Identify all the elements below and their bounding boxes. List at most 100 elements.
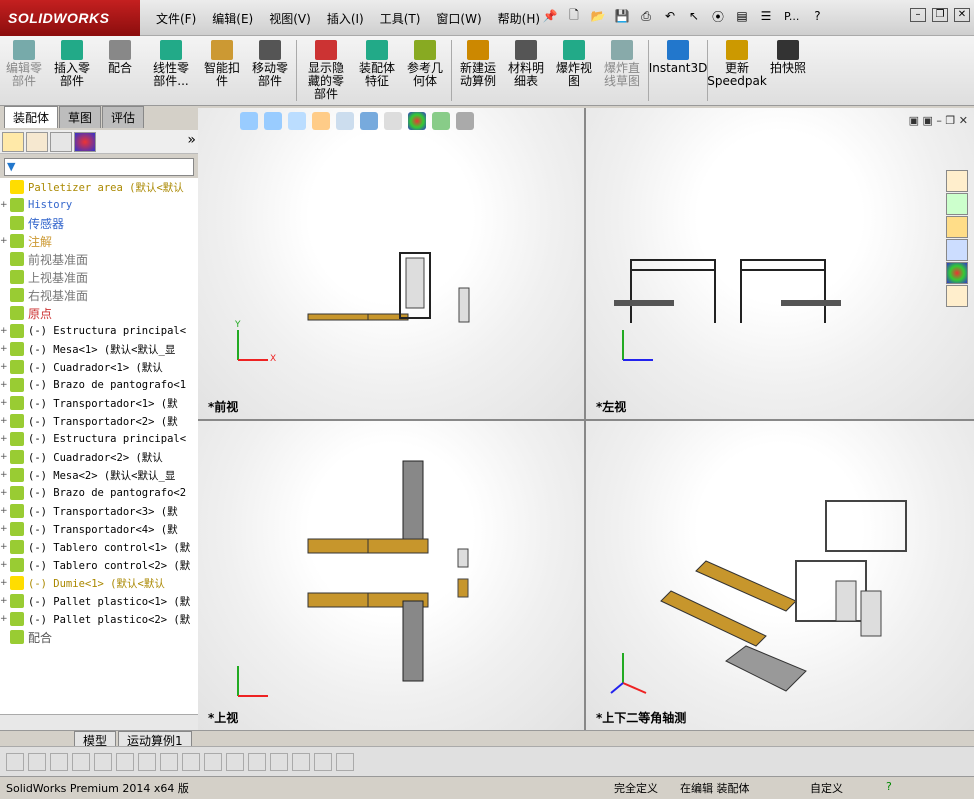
camera-icon[interactable] [336,752,354,771]
command-button-3[interactable]: 线性零部件... [144,36,198,105]
tree-item[interactable]: + (-) Brazo de pantografo<1 [0,376,198,394]
command-button-7[interactable]: 装配体特征 [353,36,401,105]
custom-properties-icon[interactable] [946,285,968,307]
tree-item[interactable]: + (-) Mesa<2> (默认<默认_显 [0,466,198,484]
expand-icon[interactable]: + [0,434,10,444]
expand-icon[interactable]: + [0,614,10,624]
viewport-front[interactable]: Y X *前视 [198,108,584,419]
pin-icon[interactable]: 📌 [540,6,560,26]
command-button-4[interactable]: 智能扣件 [198,36,246,105]
home-icon[interactable] [946,170,968,192]
menu-item-4[interactable]: 工具(T) [372,10,429,27]
tree-item[interactable]: + (-) Estructura principal< [0,322,198,340]
menu-item-5[interactable]: 窗口(W) [428,10,489,27]
spline-icon[interactable] [116,752,134,771]
tree-item[interactable]: + (-) Tablero control<1> (默 [0,538,198,556]
chamfer-icon[interactable] [226,752,244,771]
expand-icon[interactable]: + [0,236,10,246]
command-button-15[interactable]: 拍快照 [764,36,812,105]
minimize-icon[interactable]: – [910,8,926,22]
expand-panel-icon[interactable]: » [187,132,196,151]
file-explorer-icon[interactable] [946,216,968,238]
menu-item-2[interactable]: 视图(V) [261,10,319,27]
command-button-8[interactable]: 参考几何体 [401,36,449,105]
menu-item-1[interactable]: 编辑(E) [204,10,261,27]
help-icon[interactable]: ? [807,6,827,26]
tree-item[interactable]: + (-) Pallet plastico<2> (默 [0,610,198,628]
point-icon[interactable] [6,752,24,771]
tree-item[interactable]: 上视基准面 [0,268,198,286]
command-button-11[interactable]: 爆炸视图 [550,36,598,105]
relation-icon[interactable] [204,752,222,771]
expand-icon[interactable]: + [0,596,10,606]
tree-item[interactable]: + (-) Brazo de pantografo<2 [0,484,198,502]
configuration-manager-icon[interactable] [50,132,72,152]
tree-item[interactable]: 传感器 [0,214,198,232]
command-button-2[interactable]: 配合 [96,36,144,105]
tree-item[interactable]: Palletizer area (默认<默认 [0,178,198,196]
viewport-isometric[interactable]: *上下二等角轴测 [586,421,974,730]
mirror-icon[interactable] [182,752,200,771]
tree-item[interactable]: + (-) Transportador<4> (默 [0,520,198,538]
property-manager-icon[interactable] [26,132,48,152]
line-icon[interactable] [72,752,90,771]
command-button-12[interactable]: 爆炸直线草图 [598,36,646,105]
expand-icon[interactable]: + [0,380,10,390]
view-palette-icon[interactable] [946,239,968,261]
viewport-left[interactable]: ▣ ▣ – ❐ ✕ *左视 [586,108,974,419]
print-icon[interactable]: ⎙ [636,6,656,26]
new-document-icon[interactable]: 🗋 [564,6,584,26]
design-library-icon[interactable] [946,193,968,215]
arc-icon[interactable] [94,752,112,771]
polygon-icon[interactable] [50,752,68,771]
feature-tree-icon[interactable] [2,132,24,152]
trim-icon[interactable] [138,752,156,771]
expand-icon[interactable]: + [0,398,10,408]
expand-icon[interactable]: + [0,560,10,570]
tree-item[interactable]: + (-) Transportador<3> (默 [0,502,198,520]
restore-icon[interactable]: ❐ [932,8,948,22]
command-button-1[interactable]: 插入零部件 [48,36,96,105]
help-status-icon[interactable]: ? [886,780,892,793]
tree-scrollbar[interactable] [0,714,198,730]
tree-item[interactable]: 前视基准面 [0,250,198,268]
close-icon[interactable]: ✕ [954,8,970,22]
tree-item[interactable]: + (-) Dumie<1> (默认<默认 [0,574,198,592]
fillet-icon[interactable] [248,752,266,771]
cube-icon[interactable] [292,752,310,771]
save-icon[interactable]: 💾 [612,6,632,26]
tree-item[interactable]: + (-) Mesa<1> (默认<默认_显 [0,340,198,358]
tree-item[interactable]: + (-) Transportador<2> (默 [0,412,198,430]
tree-item[interactable]: 原点 [0,304,198,322]
search-label[interactable]: P... [780,10,803,23]
expand-icon[interactable]: + [0,578,10,588]
expand-icon[interactable]: + [0,470,10,480]
expand-icon[interactable]: + [0,344,10,354]
display-manager-icon[interactable] [74,132,96,152]
expand-icon[interactable]: + [0,326,10,336]
tree-item[interactable]: + (-) Tablero control<2> (默 [0,556,198,574]
axis-icon[interactable] [314,752,332,771]
menu-item-0[interactable]: 文件(F) [148,10,204,27]
filter-input[interactable]: ▼ [4,158,194,176]
tree-item[interactable]: 配合 [0,628,198,646]
tab-evaluate[interactable]: 评估 [102,106,145,128]
command-button-0[interactable]: 编辑零部件 [0,36,48,105]
expand-icon[interactable]: + [0,362,10,372]
tree-item[interactable]: 右视基准面 [0,286,198,304]
tree-item[interactable]: + (-) Estructura principal< [0,430,198,448]
tree-item[interactable]: + (-) Cuadrador<1> (默认 [0,358,198,376]
graphics-area[interactable]: Y X *前视 ▣ ▣ – ❐ ✕ *左视 *上视 *上下二等角轴测 [198,108,974,730]
traffic-light-icon[interactable]: ⦿ [708,6,728,26]
expand-icon[interactable]: + [0,524,10,534]
command-button-9[interactable]: 新建运动算例 [454,36,502,105]
tree-item[interactable]: + (-) Pallet plastico<1> (默 [0,592,198,610]
expand-icon[interactable]: + [0,542,10,552]
command-button-6[interactable]: 显示隐藏的零部件 [299,36,353,105]
plane-icon[interactable] [270,752,288,771]
tree-item[interactable]: + History [0,196,198,214]
tab-sketch[interactable]: 草图 [59,106,102,128]
select-icon[interactable]: ↖ [684,6,704,26]
expand-icon[interactable]: + [0,452,10,462]
expand-icon[interactable]: + [0,506,10,516]
